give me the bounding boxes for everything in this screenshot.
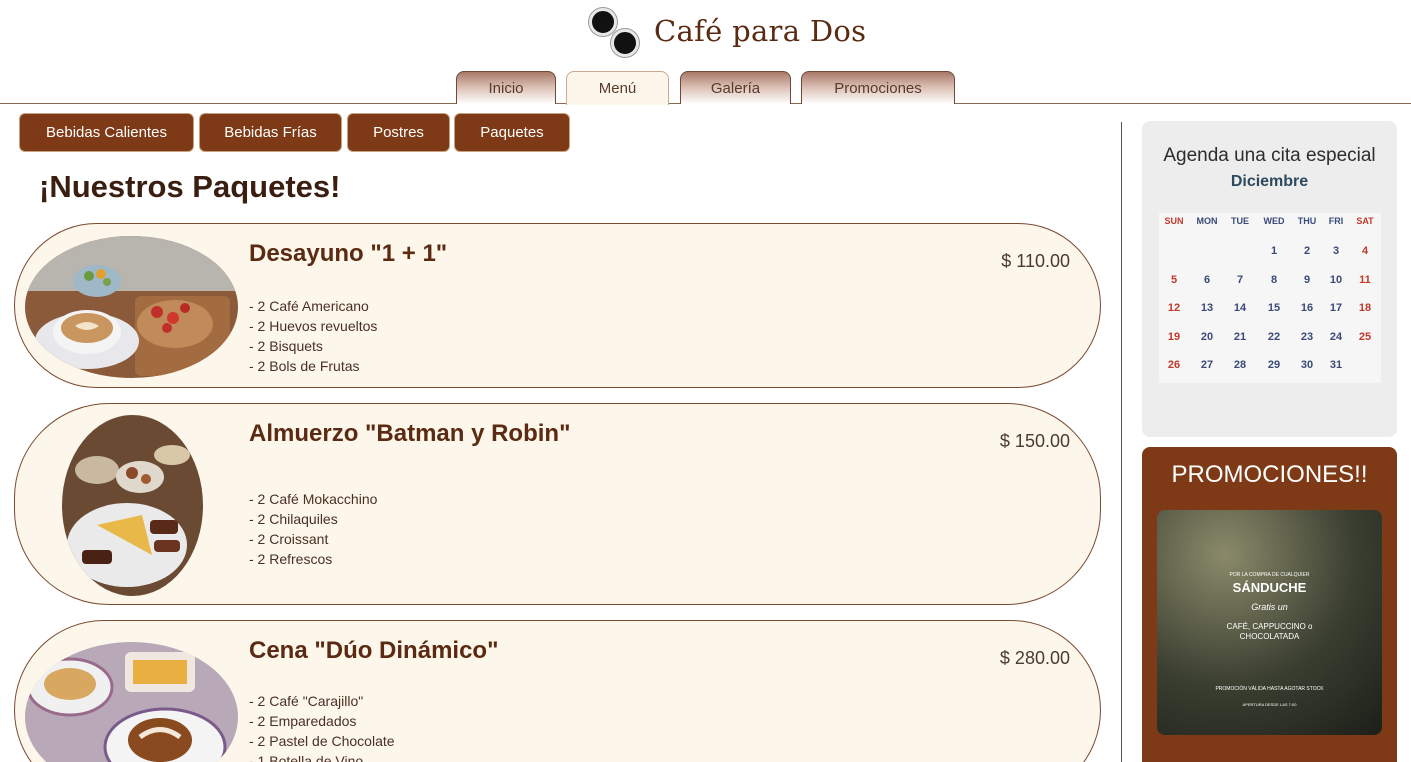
calendar-weekday-label: SAT	[1356, 216, 1374, 226]
package-item: - 2 Croissant	[249, 531, 329, 547]
calendar-day[interactable]: 24	[1321, 331, 1351, 343]
package-photo-desayuno	[25, 236, 238, 378]
calendar-weekday-label: FRI	[1328, 216, 1344, 226]
package-name: Cena "Dúo Dinámico"	[249, 637, 499, 664]
calendar-day[interactable]: 8	[1259, 274, 1289, 286]
agenda-title: Agenda una cita especial	[1163, 145, 1376, 166]
promo-image[interactable]: POR LA COMPRA DE CUALQUIER SÁNDUCHE Grat…	[1157, 510, 1382, 735]
calendar-day[interactable]: 14	[1225, 302, 1255, 314]
tab-inicio[interactable]: Inicio	[456, 71, 556, 104]
coffee-cup-icon	[611, 29, 639, 57]
calendar-day[interactable]: 1	[1259, 245, 1289, 257]
calendar-day[interactable]: 4	[1350, 245, 1380, 257]
category-postres-button[interactable]: Postres	[347, 113, 450, 152]
calendar-day[interactable]: 15	[1259, 302, 1289, 314]
calendar-day[interactable]: 29	[1259, 359, 1289, 371]
promo-line: PROMOCIÓN VÁLIDA HASTA AGOTAR STOCK	[1215, 686, 1324, 692]
package-photo-cena	[25, 642, 238, 762]
calendar-day[interactable]: 23	[1292, 331, 1322, 343]
calendar-day[interactable]: 19	[1159, 331, 1189, 343]
calendar-day[interactable]: 28	[1225, 359, 1255, 371]
coffee-cup-icon	[589, 8, 617, 36]
calendar-day[interactable]: 6	[1192, 274, 1222, 286]
package-item: - 2 Chilaquiles	[249, 511, 338, 527]
calendar-weekday-label: TUE	[1231, 216, 1249, 226]
calendar-day[interactable]: 30	[1292, 359, 1322, 371]
package-item: - 1 Botella de Vino	[249, 753, 364, 762]
calendar-day[interactable]: 16	[1292, 302, 1322, 314]
calendar-weekday-label: MON	[1196, 216, 1218, 226]
calendar-day[interactable]: 11	[1350, 274, 1380, 286]
calendar-day[interactable]: 21	[1225, 331, 1255, 343]
site-title[interactable]: Café para Dos	[654, 14, 866, 48]
calendar-day[interactable]: 18	[1350, 302, 1380, 314]
package-price: $ 280.00	[999, 648, 1070, 668]
package-item: - 2 Bisquets	[249, 338, 323, 354]
agenda-month: Diciembre	[1230, 173, 1309, 190]
sidebar-divider	[1121, 122, 1122, 762]
package-item: - 2 Emparedados	[249, 713, 357, 729]
tab-menu[interactable]: Menú	[566, 71, 669, 105]
calendar-day[interactable]: 3	[1321, 245, 1351, 257]
calendar-weekday-label: WED	[1263, 216, 1285, 226]
calendar-day[interactable]: 20	[1192, 331, 1222, 343]
promo-line: APERTURA DESDE LAS 7:00	[1242, 702, 1297, 707]
calendar-weekday-label: THU	[1297, 216, 1317, 226]
package-item: - 2 Pastel de Chocolate	[249, 733, 395, 749]
package-item: - 2 Café "Carajillo"	[249, 693, 364, 709]
tab-promociones[interactable]: Promociones	[801, 71, 955, 104]
calendar-day[interactable]: 7	[1225, 274, 1255, 286]
promo-line: CAFÉ, CAPPUCCINO o CHOCOLATADA	[1226, 622, 1313, 641]
package-item: - 2 Refrescos	[249, 551, 333, 567]
site-header: Café para Dos Inicio Menú Galería Promoc…	[0, 0, 1411, 105]
coffee-cups-icon[interactable]	[587, 7, 643, 59]
promo-line: SÁNDUCHE	[1232, 580, 1307, 595]
calendar-day[interactable]: 31	[1321, 359, 1351, 371]
calendar-day[interactable]: 13	[1192, 302, 1222, 314]
calendar-day[interactable]: 27	[1192, 359, 1222, 371]
package-item: - 2 Café Americano	[249, 298, 369, 314]
main-nav: Inicio Menú Galería Promociones	[0, 70, 1411, 105]
package-name: Desayuno "1 + 1"	[249, 240, 448, 267]
package-price: $ 110.00	[1001, 251, 1070, 271]
category-bebidas-frias-button[interactable]: Bebidas Frías	[199, 113, 342, 152]
category-bebidas-calientes-button[interactable]: Bebidas Calientes	[19, 113, 194, 152]
package-card: Desayuno "1 + 1" $ 110.00 - 2 Café Ameri…	[14, 223, 1101, 388]
package-item: - 2 Café Mokacchino	[249, 491, 378, 507]
promo-panel: PROMOCIONES!! POR LA COMPRA DE CUALQUIER…	[1142, 447, 1397, 762]
calendar-day[interactable]: 22	[1259, 331, 1289, 343]
promo-line: Gratis un	[1251, 602, 1288, 612]
calendar-day[interactable]: 17	[1321, 302, 1351, 314]
package-name: Almuerzo "Batman y Robin"	[249, 420, 571, 447]
package-item: - 2 Bols de Frutas	[249, 358, 360, 374]
package-items: - 2 Café Americano - 2 Huevos revueltos …	[249, 296, 377, 376]
promo-title: PROMOCIONES!!	[1171, 461, 1368, 488]
calendar-day[interactable]: 9	[1292, 274, 1322, 286]
promo-line: POR LA COMPRA DE CUALQUIER	[1229, 572, 1310, 578]
calendar-day[interactable]: 5	[1159, 274, 1189, 286]
package-items: - 2 Café Mokacchino - 2 Chilaquiles - 2 …	[249, 489, 377, 569]
calendar: SUN MON TUE WED THU FRI SAT 1 2 3 4 5 6 7 8 9 10 11 12 13 14…	[1159, 213, 1381, 383]
agenda-panel: Agenda una cita especial Diciembre SUN MO…	[1142, 121, 1397, 437]
package-card: Almuerzo "Batman y Robin" $ 150.00 - 2 C…	[14, 403, 1101, 605]
calendar-day[interactable]: 10	[1321, 274, 1351, 286]
package-card: Cena "Dúo Dinámico" $ 280.00 - 2 Café "C…	[14, 620, 1101, 762]
package-items: - 2 Café "Carajillo" - 2 Emparedados - 2…	[249, 691, 395, 762]
category-paquetes-button[interactable]: Paquetes	[454, 113, 570, 152]
package-photo-almuerzo	[62, 415, 203, 596]
page-title: ¡Nuestros Paquetes!	[39, 169, 341, 204]
package-price: $ 150.00	[999, 431, 1070, 451]
calendar-day[interactable]: 12	[1159, 302, 1189, 314]
calendar-day[interactable]: 2	[1292, 245, 1322, 257]
calendar-weekday-label: SUN	[1164, 216, 1184, 226]
tab-galeria[interactable]: Galería	[680, 71, 791, 104]
calendar-day[interactable]: 26	[1159, 359, 1189, 371]
calendar-day[interactable]: 25	[1350, 331, 1380, 343]
package-item: - 2 Huevos revueltos	[249, 318, 378, 334]
